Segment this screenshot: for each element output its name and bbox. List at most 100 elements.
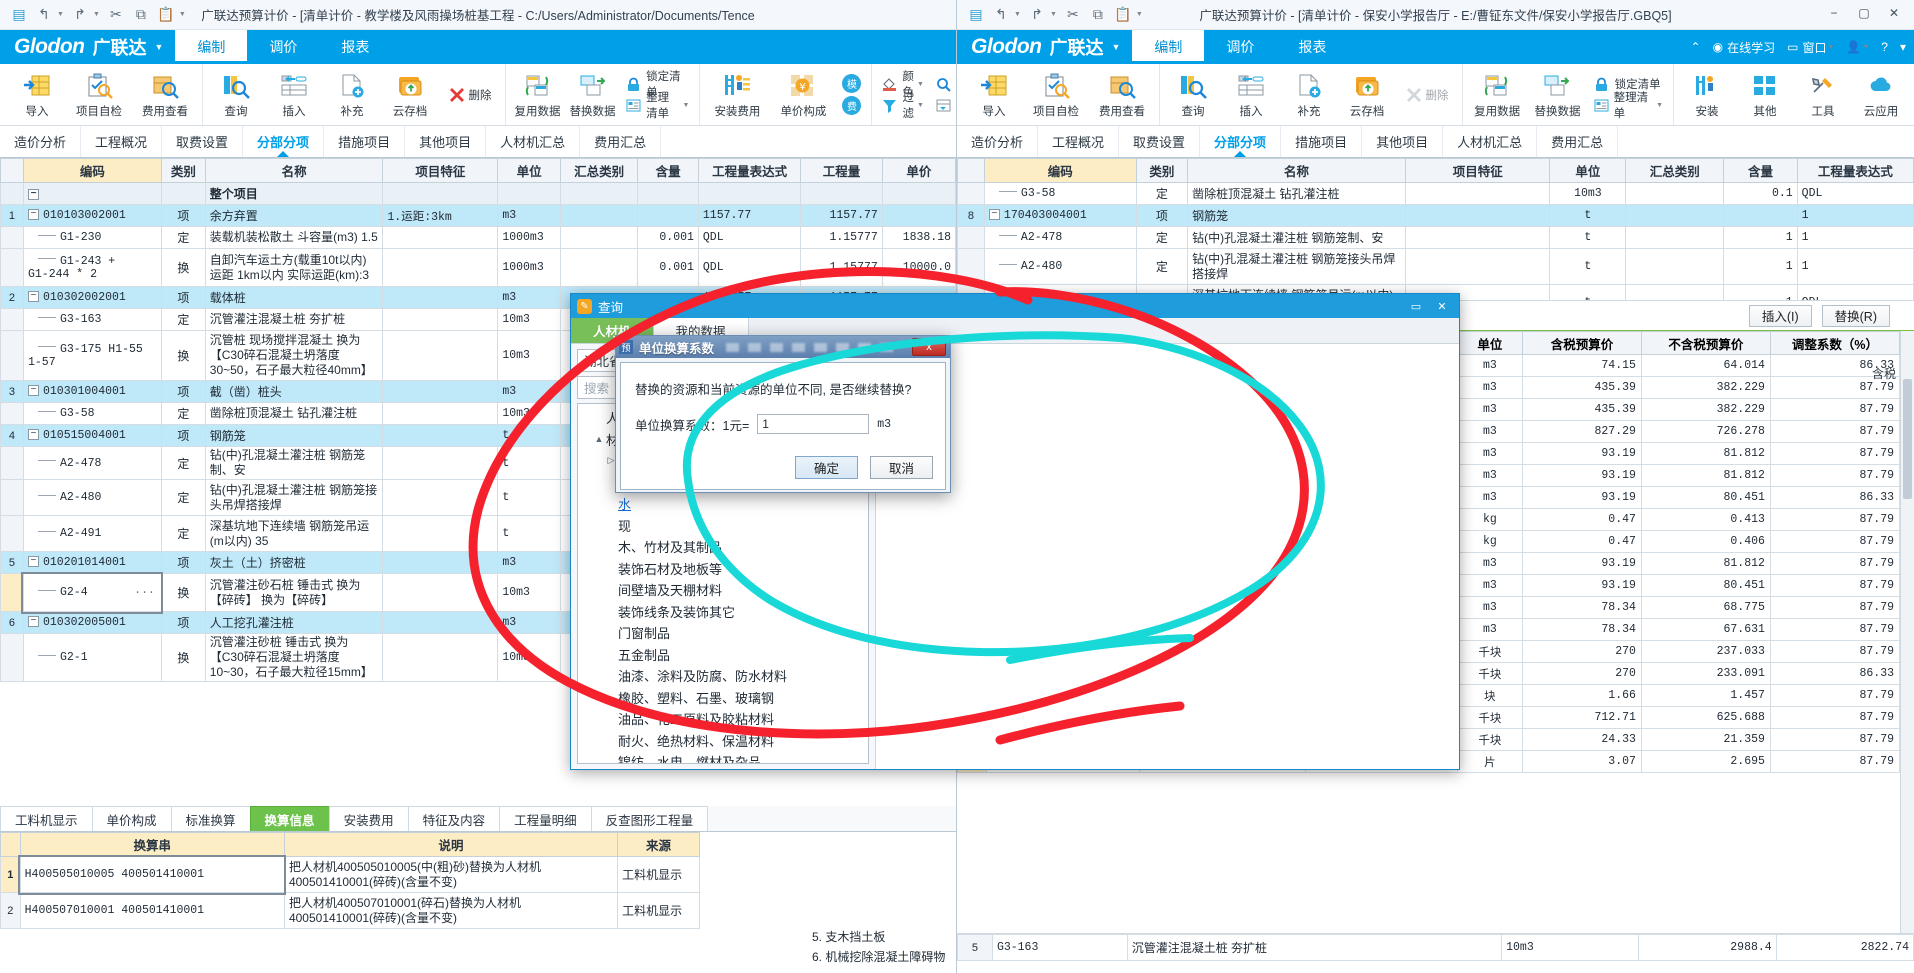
- cell-res-unit[interactable]: m3: [1456, 574, 1524, 597]
- window-menu-button[interactable]: ▭ 窗口 ▼: [1787, 39, 1834, 56]
- ribbon-button-query[interactable]: 查询: [207, 64, 265, 125]
- col-res-notaxprice[interactable]: 不含税预算价: [1640, 331, 1771, 355]
- cell-res-coef[interactable]: 87.79: [1769, 706, 1900, 729]
- ribbon-button-supplement[interactable]: 补充: [1280, 64, 1338, 125]
- conversion-factor-input[interactable]: 1: [757, 414, 870, 434]
- col-description[interactable]: 说明: [283, 832, 619, 857]
- cell-res-unit[interactable]: m3: [1456, 420, 1524, 443]
- nav-tab-other-items[interactable]: 其他项目: [1362, 126, 1444, 157]
- tree-node[interactable]: 五金制品: [578, 644, 868, 666]
- cell-res-unit[interactable]: m3: [1456, 486, 1524, 509]
- ribbon-button-expand-to[interactable]: 展开到 ▼: [936, 84, 956, 128]
- more-icon[interactable]: ▼: [179, 11, 186, 18]
- nav-tab-other-items[interactable]: 其他项目: [405, 126, 487, 157]
- cell-res-notaxprice[interactable]: 726.278: [1640, 420, 1771, 443]
- cell-code[interactable]: −170403004001: [983, 204, 1137, 227]
- cell-code[interactable]: G2-1: [22, 633, 162, 682]
- paste-icon[interactable]: 📋: [157, 6, 175, 24]
- cell-res-coef[interactable]: 87.79: [1769, 530, 1900, 553]
- query-window-title-bar[interactable]: ✎ 查询 ▭ ✕: [571, 294, 1459, 318]
- ribbon-button-fee-view[interactable]: 费用查看: [1089, 64, 1155, 125]
- cell-res-taxprice[interactable]: 93.19: [1522, 464, 1642, 487]
- cell-code[interactable]: −010103002001: [22, 204, 162, 227]
- fee-badge-icon[interactable]: 费: [842, 96, 862, 115]
- table-row[interactable]: A2-478 定 钻(中)孔混凝土灌注桩 钢筋笼制、安 t 1 1: [957, 226, 1914, 249]
- cell-res-notaxprice[interactable]: 81.812: [1640, 442, 1771, 465]
- ellipsis-button[interactable]: ···: [134, 586, 155, 599]
- paste-icon[interactable]: 📋: [1114, 6, 1132, 24]
- ribbon-button-insert[interactable]: 插入: [265, 64, 323, 125]
- ribbon-button-self-check[interactable]: 项目自检: [66, 64, 132, 125]
- cell-res-coef[interactable]: 87.79: [1769, 464, 1900, 487]
- cell-res-unit[interactable]: kg: [1456, 530, 1524, 553]
- expand-toggle-icon[interactable]: −: [27, 209, 39, 221]
- resource-vertical-scrollbar[interactable]: [1900, 331, 1914, 933]
- nav-tab-subdivision[interactable]: 分部分项: [1200, 126, 1282, 157]
- cell-res-unit[interactable]: 千块: [1456, 640, 1524, 663]
- cell-res-unit[interactable]: m3: [1456, 464, 1524, 487]
- cell-code[interactable]: G3-58: [983, 182, 1137, 205]
- tree-node[interactable]: 水: [578, 493, 868, 515]
- cell-res-taxprice[interactable]: 270: [1522, 662, 1642, 685]
- left-quick-access-toolbar[interactable]: ▤ ↰ ▼ ↱ ▼ ✂ ⧉ 📋 ▼: [0, 6, 186, 24]
- more-icon[interactable]: ▼: [1136, 11, 1143, 18]
- cell-res-unit[interactable]: m3: [1456, 618, 1524, 641]
- tree-node[interactable]: 锦纺、水电、燃材及杂品: [578, 751, 868, 763]
- undo-icon[interactable]: ↰: [35, 6, 53, 24]
- replace-button[interactable]: 替换(R): [1821, 304, 1890, 327]
- cell-code[interactable]: A2-480: [983, 248, 1137, 285]
- tree-node[interactable]: 装饰线条及装饰其它: [578, 601, 868, 623]
- cell-res-unit[interactable]: m3: [1456, 398, 1524, 421]
- cell-code[interactable]: −010201014001: [22, 551, 162, 574]
- nav-tab-fee-settings[interactable]: 取费设置: [1119, 126, 1201, 157]
- ribbon-button-delete[interactable]: 删除: [1396, 64, 1458, 125]
- ribbon-button-supplement[interactable]: 补充: [323, 64, 381, 125]
- dialog-ok-button[interactable]: 确定: [795, 456, 858, 479]
- nav-tab-subdivision[interactable]: 分部分项: [243, 126, 325, 157]
- ribbon-button-unit-price[interactable]: ¥ 单价构成: [770, 64, 836, 125]
- table-row[interactable]: 2 H400507010001 400501410001 把人材机4005070…: [0, 892, 700, 929]
- menu-tab-bianzhi[interactable]: 编制: [1132, 30, 1205, 64]
- tree-node[interactable]: 门窗制品: [578, 622, 868, 644]
- cell-conversion-string[interactable]: H400507010001 400501410001: [19, 892, 285, 929]
- cell-res-unit[interactable]: m3: [1456, 596, 1524, 619]
- col-content[interactable]: 含量: [1723, 158, 1798, 183]
- user-account-button[interactable]: 👤 ▼: [1846, 40, 1869, 54]
- bottom-tab-conversion-info[interactable]: 换算信息: [249, 806, 330, 831]
- cell-res-notaxprice[interactable]: 0.406: [1640, 530, 1771, 553]
- col-source[interactable]: 来源: [617, 832, 700, 857]
- cell-res-notaxprice[interactable]: 64.014: [1640, 354, 1771, 377]
- organize-caret-icon[interactable]: ▼: [1656, 102, 1663, 109]
- cell-res-unit[interactable]: kg: [1456, 508, 1524, 531]
- col-qty-expr[interactable]: 工程量表达式: [1796, 158, 1914, 183]
- cell-res-notaxprice[interactable]: 382.229: [1640, 398, 1771, 421]
- ribbon-button-replace-data[interactable]: 替换数据: [1527, 64, 1587, 125]
- online-learning-button[interactable]: ◉ 在线学习: [1713, 39, 1776, 56]
- ribbon-button-cloud-archive[interactable]: 云存档: [381, 64, 439, 125]
- cell-res-taxprice[interactable]: 270: [1522, 640, 1642, 663]
- col-qty[interactable]: 工程量: [800, 158, 883, 183]
- cell-res-taxprice[interactable]: 93.19: [1522, 486, 1642, 509]
- col-conversion-string[interactable]: 换算串: [19, 832, 285, 857]
- cell-res-coef[interactable]: 86.33: [1769, 662, 1900, 685]
- cell-res-coef[interactable]: 87.79: [1769, 750, 1900, 773]
- ribbon-button-import[interactable]: 导入: [965, 64, 1023, 125]
- menu-tab-tiaojia[interactable]: 调价: [247, 30, 319, 64]
- ribbon-button-cloud-archive[interactable]: 云存档: [1338, 64, 1396, 125]
- cell-res-coef[interactable]: 87.79: [1769, 684, 1900, 707]
- unit-conversion-dialog[interactable]: 预 单位换算系数 x 替换的资源和当前资源的单位不同, 是否继续替换? 单位换算…: [615, 335, 951, 493]
- col-code[interactable]: 编码: [983, 158, 1137, 183]
- bottom-tab-qty-detail[interactable]: 工程量明细: [499, 806, 592, 831]
- ribbon-button-install[interactable]: 安装: [1678, 64, 1736, 125]
- bottom-tab-reverse-qty[interactable]: 反查图形工程量: [590, 806, 709, 831]
- col-unit[interactable]: 单位: [1549, 158, 1627, 183]
- col-content[interactable]: 含量: [637, 158, 699, 183]
- redo-caret-icon[interactable]: ▼: [93, 11, 100, 18]
- menu-tab-bianzhi[interactable]: 编制: [175, 30, 248, 64]
- cell-res-taxprice[interactable]: 712.71: [1522, 706, 1642, 729]
- col-category[interactable]: 类别: [1135, 158, 1189, 183]
- cell-res-notaxprice[interactable]: 67.631: [1640, 618, 1771, 641]
- ribbon-button-insert[interactable]: 插入: [1222, 64, 1280, 125]
- ribbon-button-query[interactable]: 查询: [1164, 64, 1222, 125]
- window-caret-icon[interactable]: ▼: [1827, 44, 1834, 51]
